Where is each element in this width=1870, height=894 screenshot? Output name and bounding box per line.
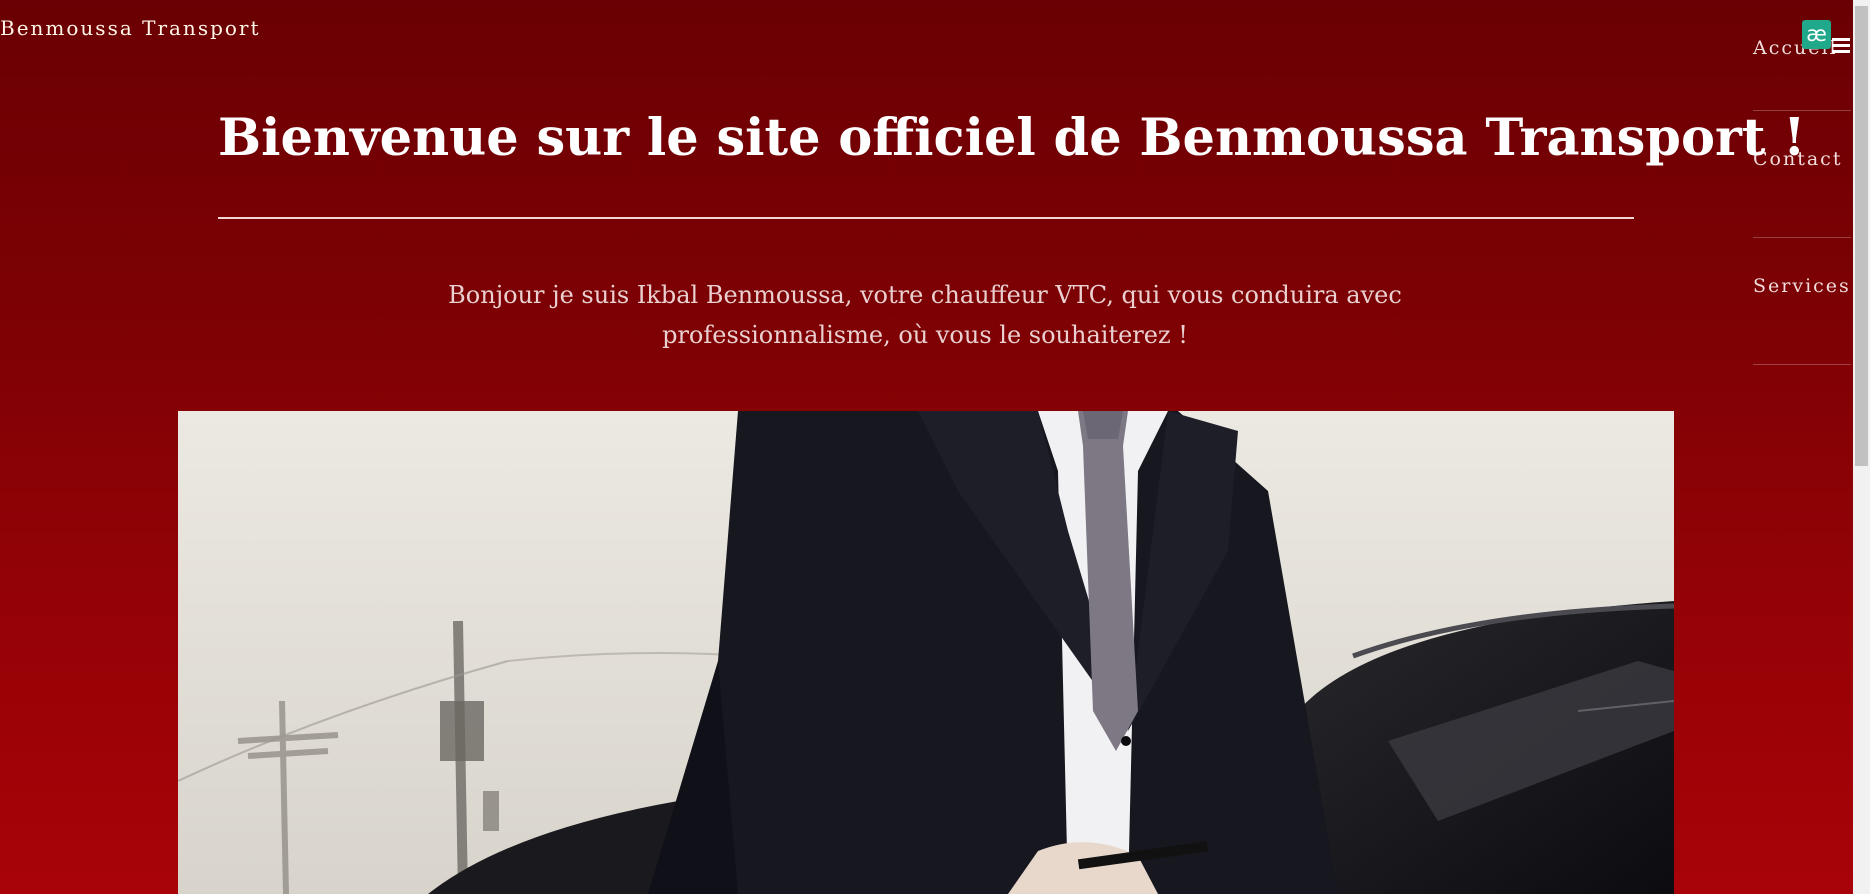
nav-item-accueil[interactable]: Accueil: [1753, 0, 1851, 111]
hamburger-menu-icon[interactable]: [1832, 38, 1850, 54]
ae-extension-icon[interactable]: æ: [1802, 20, 1831, 49]
site-brand[interactable]: Benmoussa Transport: [0, 16, 261, 40]
page-scrollbar[interactable]: [1853, 0, 1870, 894]
scrollbar-thumb[interactable]: [1855, 6, 1868, 466]
hero-image: [178, 411, 1674, 894]
nav-item-services[interactable]: Services: [1753, 238, 1851, 365]
title-divider: [218, 217, 1634, 219]
main-nav: Accueil Contact Services: [1753, 0, 1851, 365]
page-title: Bienvenue sur le site officiel de Benmou…: [218, 108, 1806, 168]
intro-text: Bonjour je suis Ikbal Benmoussa, votre c…: [448, 281, 1402, 349]
